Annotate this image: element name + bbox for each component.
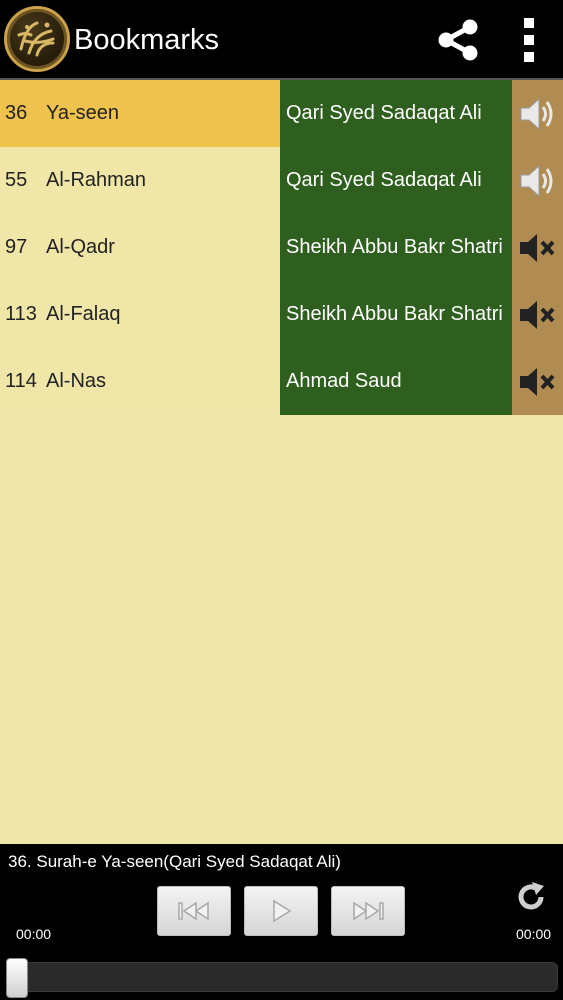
surah-name: Ya-seen bbox=[46, 102, 120, 124]
surah-cell[interactable]: 113 Al-Falaq bbox=[0, 281, 280, 348]
surah-name: Al-Nas bbox=[46, 370, 107, 392]
bookmark-row[interactable]: 97 Al-Qadr Sheikh Abbu Bakr Shatri bbox=[0, 214, 563, 281]
reciter-name: Sheikh Abbu Bakr Shatri bbox=[286, 236, 503, 258]
audio-status-button[interactable] bbox=[512, 147, 563, 214]
total-duration: 00:00 bbox=[516, 926, 552, 942]
reciter-cell[interactable]: Ahmad Saud bbox=[280, 348, 512, 415]
reciter-cell[interactable]: Sheikh Abbu Bakr Shatri bbox=[280, 214, 512, 281]
next-button[interactable] bbox=[331, 886, 405, 936]
bookmark-row[interactable]: 114 Al-Nas Ahmad Saud bbox=[0, 348, 563, 415]
audio-player: 36. Surah-e Ya-seen(Qari Syed Sadaqat Al… bbox=[0, 844, 563, 1000]
surah-name: Al-Rahman bbox=[46, 169, 147, 191]
surah-number: 36 bbox=[5, 102, 28, 124]
refresh-icon[interactable] bbox=[514, 880, 548, 914]
play-icon bbox=[273, 899, 292, 923]
bookmark-row[interactable]: 55 Al-Rahman Qari Syed Sadaqat Ali bbox=[0, 147, 563, 214]
reciter-name: Sheikh Abbu Bakr Shatri bbox=[286, 303, 503, 325]
surah-cell[interactable]: 97 Al-Qadr bbox=[0, 214, 280, 281]
audio-status-button[interactable] bbox=[512, 281, 563, 348]
action-bar: Bookmarks bbox=[0, 0, 563, 80]
previous-button[interactable] bbox=[157, 886, 231, 936]
seek-bar[interactable] bbox=[6, 962, 558, 992]
surah-number: 113 bbox=[5, 303, 37, 325]
play-button[interactable] bbox=[244, 886, 318, 936]
page-title: Bookmarks bbox=[74, 24, 220, 56]
surah-number: 55 bbox=[5, 169, 28, 191]
reciter-name: Qari Syed Sadaqat Ali bbox=[286, 169, 482, 191]
reciter-name: Qari Syed Sadaqat Ali bbox=[286, 102, 482, 124]
speaker-muted-icon bbox=[519, 233, 554, 262]
audio-status-button[interactable] bbox=[512, 348, 563, 415]
now-playing-title: 36. Surah-e Ya-seen(Qari Syed Sadaqat Al… bbox=[8, 852, 341, 871]
surah-cell[interactable]: 55 Al-Rahman bbox=[0, 147, 280, 214]
surah-name: Al-Qadr bbox=[46, 236, 115, 258]
speaker-muted-icon bbox=[519, 367, 554, 396]
overflow-menu-icon[interactable] bbox=[518, 16, 540, 64]
bookmark-row[interactable]: 36 Ya-seen Qari Syed Sadaqat Ali bbox=[0, 80, 563, 147]
audio-status-button[interactable] bbox=[512, 214, 563, 281]
speaker-on-icon bbox=[520, 164, 552, 197]
surah-number: 97 bbox=[5, 236, 28, 258]
skip-next-icon bbox=[353, 901, 384, 921]
surah-number: 114 bbox=[5, 370, 37, 392]
quran-logo-icon[interactable] bbox=[4, 6, 70, 72]
reciter-name: Ahmad Saud bbox=[286, 370, 402, 392]
skip-previous-icon bbox=[178, 901, 209, 921]
seek-thumb[interactable] bbox=[6, 958, 28, 998]
reciter-cell[interactable]: Sheikh Abbu Bakr Shatri bbox=[280, 281, 512, 348]
speaker-on-icon bbox=[520, 97, 552, 130]
bookmark-list: 36 Ya-seen Qari Syed Sadaqat Ali 55 Al-R… bbox=[0, 80, 563, 844]
elapsed-time: 00:00 bbox=[16, 926, 52, 942]
share-icon[interactable] bbox=[434, 18, 482, 62]
surah-cell[interactable]: 36 Ya-seen bbox=[0, 80, 280, 147]
reciter-cell[interactable]: Qari Syed Sadaqat Ali bbox=[280, 80, 512, 147]
audio-status-button[interactable] bbox=[512, 80, 563, 147]
speaker-muted-icon bbox=[519, 300, 554, 329]
bookmark-row[interactable]: 113 Al-Falaq Sheikh Abbu Bakr Shatri bbox=[0, 281, 563, 348]
reciter-cell[interactable]: Qari Syed Sadaqat Ali bbox=[280, 147, 512, 214]
surah-name: Al-Falaq bbox=[46, 303, 121, 325]
surah-cell[interactable]: 114 Al-Nas bbox=[0, 348, 280, 415]
